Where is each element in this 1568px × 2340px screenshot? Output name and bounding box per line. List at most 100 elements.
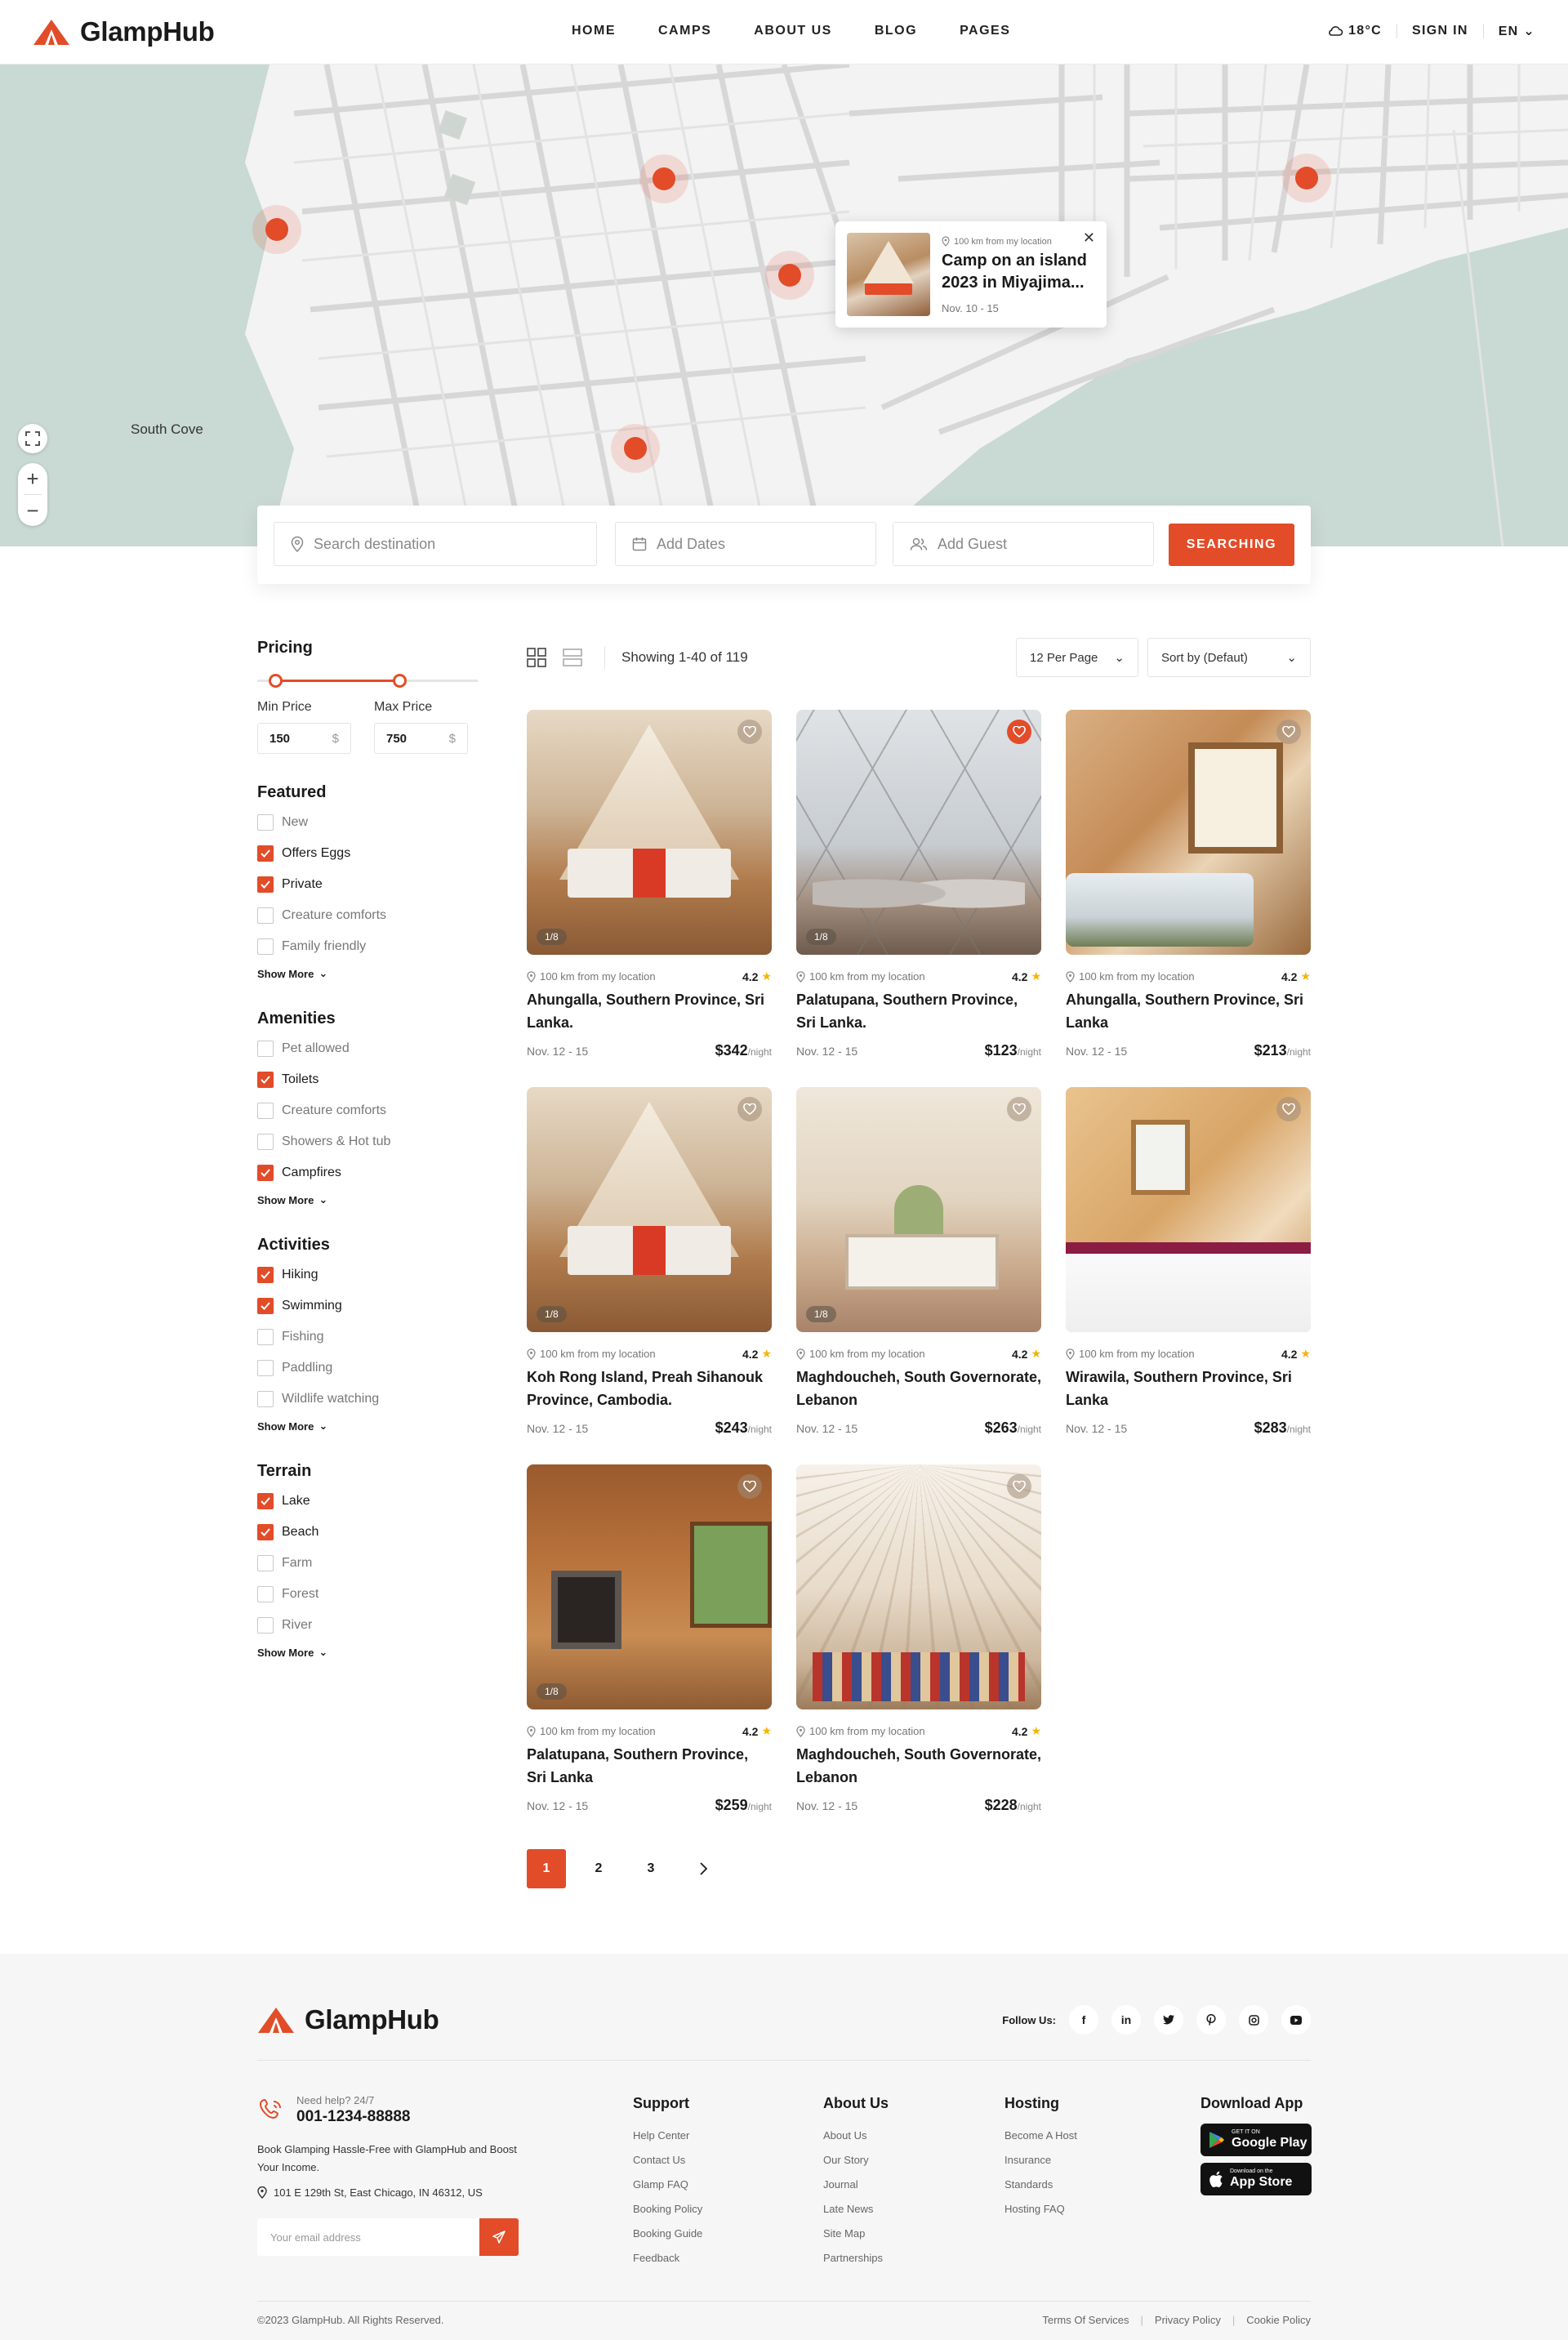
listing-card[interactable]: 1/8 100 km from my location 4.2 ★ Maghdouche… (796, 1087, 1041, 1437)
listing-title[interactable]: Palatupana, Southern Province, Sri Lanka… (796, 988, 1041, 1034)
filter-option[interactable]: Hiking (257, 1259, 478, 1290)
nav-blog[interactable]: BLOG (875, 24, 917, 38)
filter-option[interactable]: Private (257, 869, 478, 900)
footer-link[interactable]: Help Center (633, 2124, 702, 2148)
show-more-button[interactable]: Show More ⌄ (257, 1646, 478, 1659)
checkbox[interactable] (257, 1524, 274, 1540)
nav-home[interactable]: HOME (572, 24, 616, 38)
linkedin-icon[interactable]: in (1111, 2005, 1141, 2035)
listing-title[interactable]: Ahungalla, Southern Province, Sri Lanka (1066, 988, 1311, 1034)
listing-card[interactable]: 1/8 100 km from my location 4.2 ★ Ahungalla,… (1066, 710, 1311, 1059)
close-icon[interactable]: ✕ (1083, 230, 1095, 247)
checkbox[interactable] (257, 1103, 274, 1119)
filter-option[interactable]: Creature comforts (257, 900, 478, 931)
listing-title[interactable]: Koh Rong Island, Preah Sihanouk Province… (527, 1366, 772, 1411)
footer-link[interactable]: Become A Host (1004, 2124, 1077, 2148)
privacy-link[interactable]: Privacy Policy (1155, 2314, 1221, 2326)
listing-image[interactable]: 1/8 (527, 710, 772, 955)
footer-link[interactable]: Site Map (823, 2222, 889, 2246)
checkbox[interactable] (257, 1041, 274, 1057)
show-more-button[interactable]: Show More ⌄ (257, 967, 478, 980)
youtube-icon[interactable] (1281, 2005, 1311, 2035)
filter-option[interactable]: Paddling (257, 1353, 478, 1384)
filter-option[interactable]: River (257, 1610, 478, 1641)
listing-image[interactable]: 1/8 (527, 1087, 772, 1332)
map-popup-card[interactable]: 100 km from my location Camp on an islan… (835, 221, 1107, 328)
heart-icon[interactable] (1007, 1474, 1031, 1499)
footer-link[interactable]: Glamp FAQ (633, 2173, 702, 2197)
instagram-icon[interactable] (1239, 2005, 1268, 2035)
page-button[interactable]: 1 (527, 1849, 566, 1888)
language-select[interactable]: EN ⌄ (1499, 23, 1535, 39)
map-pin[interactable] (611, 424, 660, 473)
filter-option[interactable]: Fishing (257, 1322, 478, 1353)
checkbox[interactable] (257, 1134, 274, 1150)
filter-option[interactable]: New (257, 807, 478, 838)
show-more-button[interactable]: Show More ⌄ (257, 1193, 478, 1206)
map-view[interactable]: South Cove + − 100 km from my location C… (0, 65, 1568, 546)
popup-title[interactable]: Camp on an island 2023 in Miyajima... (942, 250, 1095, 294)
checkbox[interactable] (257, 1617, 274, 1634)
page-button[interactable]: 3 (631, 1849, 670, 1888)
filter-option[interactable]: Offers Eggs (257, 838, 478, 869)
listing-image[interactable] (796, 1464, 1041, 1709)
checkbox[interactable] (257, 1072, 274, 1088)
filter-option[interactable]: Farm (257, 1548, 478, 1579)
destination-field[interactable]: Search destination (274, 522, 597, 566)
footer-link[interactable]: Contact Us (633, 2148, 702, 2173)
listing-title[interactable]: Ahungalla, Southern Province, Sri Lanka. (527, 988, 772, 1034)
listing-image[interactable]: 1/8 (1066, 710, 1311, 955)
list-view-icon[interactable] (563, 648, 582, 667)
listing-card[interactable]: 1/8 100 km from my location 4.2 ★ Koh Rong I… (527, 1087, 772, 1437)
pinterest-icon[interactable] (1196, 2005, 1226, 2035)
heart-icon[interactable] (737, 1474, 762, 1499)
footer-link[interactable]: Late News (823, 2197, 889, 2222)
checkbox[interactable] (257, 1555, 274, 1571)
terms-link[interactable]: Terms Of Services (1042, 2314, 1129, 2326)
checkbox[interactable] (257, 1493, 274, 1509)
filter-option[interactable]: Forest (257, 1579, 478, 1610)
nav-pages[interactable]: PAGES (960, 24, 1010, 38)
footer-logo[interactable]: GlampHub (257, 2004, 439, 2035)
listing-title[interactable]: Maghdoucheh, South Governorate, Lebanon (796, 1743, 1041, 1789)
heart-icon[interactable] (737, 1097, 762, 1121)
heart-icon[interactable] (1007, 720, 1031, 744)
per-page-select[interactable]: 12 Per Page ⌄ (1016, 638, 1138, 677)
twitter-icon[interactable] (1154, 2005, 1183, 2035)
footer-link[interactable]: Journal (823, 2173, 889, 2197)
zoom-out-button[interactable]: − (18, 495, 47, 526)
listing-card[interactable]: 1/8 100 km from my location 4.2 ★ Palatupana… (527, 1464, 772, 1814)
map-pin[interactable] (252, 205, 301, 254)
checkbox[interactable] (257, 1298, 274, 1314)
search-button[interactable]: SEARCHING (1169, 524, 1294, 566)
listing-card[interactable]: 100 km from my location 4.2 ★ Maghdoucheh, … (796, 1464, 1041, 1814)
brand-logo[interactable]: GlampHub (33, 16, 215, 47)
google-play-button[interactable]: GET IT ON Google Play (1200, 2124, 1312, 2156)
map-pin[interactable] (765, 251, 814, 300)
footer-link[interactable]: Hosting FAQ (1004, 2197, 1077, 2222)
checkbox[interactable] (257, 814, 274, 831)
footer-link[interactable]: About Us (823, 2124, 889, 2148)
sign-in-link[interactable]: SIGN IN (1412, 24, 1468, 38)
help-phone[interactable]: 001-1234-88888 (296, 2108, 410, 2126)
facebook-icon[interactable]: f (1069, 2005, 1098, 2035)
heart-icon[interactable] (1007, 1097, 1031, 1121)
price-range-slider[interactable] (257, 669, 478, 693)
heart-icon[interactable] (1276, 720, 1301, 744)
filter-option[interactable]: Family friendly (257, 931, 478, 962)
nav-camps[interactable]: CAMPS (658, 24, 711, 38)
chevron-right-icon[interactable] (684, 1849, 723, 1888)
nav-about-us[interactable]: ABOUT US (754, 24, 832, 38)
filter-option[interactable]: Swimming (257, 1290, 478, 1322)
filter-option[interactable]: Toilets (257, 1064, 478, 1095)
listing-card[interactable]: 1/8 100 km from my location 4.2 ★ Wirawila, … (1066, 1087, 1311, 1437)
filter-option[interactable]: Wildlife watching (257, 1384, 478, 1415)
listing-image[interactable]: 1/8 (796, 1087, 1041, 1332)
range-min-handle[interactable] (269, 674, 283, 688)
listing-card[interactable]: 1/8 100 km from my location 4.2 ★ Palatupana… (796, 710, 1041, 1059)
footer-link[interactable]: Feedback (633, 2246, 702, 2271)
page-button[interactable]: 2 (579, 1849, 618, 1888)
show-more-button[interactable]: Show More ⌄ (257, 1420, 478, 1433)
checkbox[interactable] (257, 1329, 274, 1345)
listing-title[interactable]: Maghdoucheh, South Governorate, Lebanon (796, 1366, 1041, 1411)
